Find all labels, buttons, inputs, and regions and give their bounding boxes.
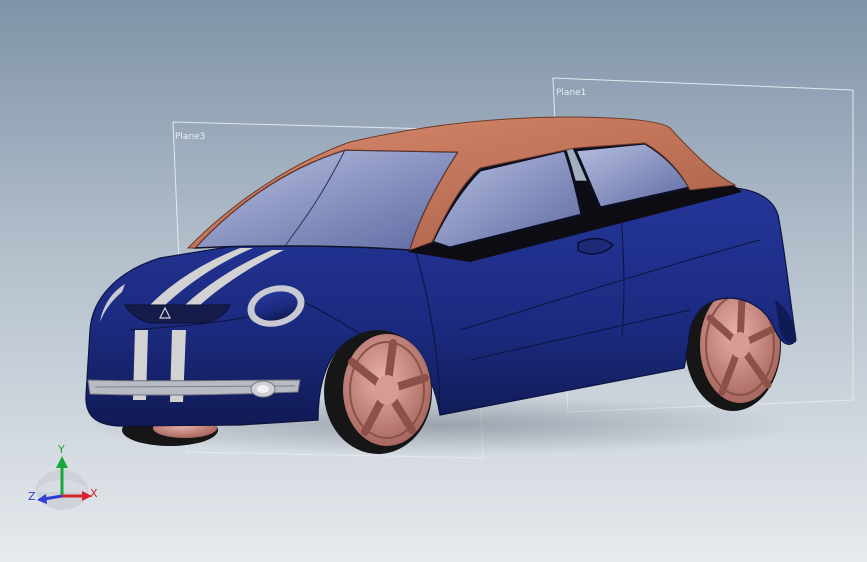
y-axis-label: Y (57, 443, 65, 456)
front-right-wheel[interactable] (324, 330, 432, 454)
plane1-label: Plane1 (556, 88, 586, 98)
fog-light (250, 380, 276, 398)
car-model[interactable] (80, 116, 800, 455)
x-axis-label: X (90, 487, 98, 500)
z-axis-label: Z (28, 490, 36, 503)
graphics-viewport[interactable]: Plane1 Plane3 Y Z X (0, 0, 867, 562)
plane3-label: Plane3 (175, 132, 205, 142)
view-orientation-triad[interactable]: Y Z X (28, 443, 98, 510)
